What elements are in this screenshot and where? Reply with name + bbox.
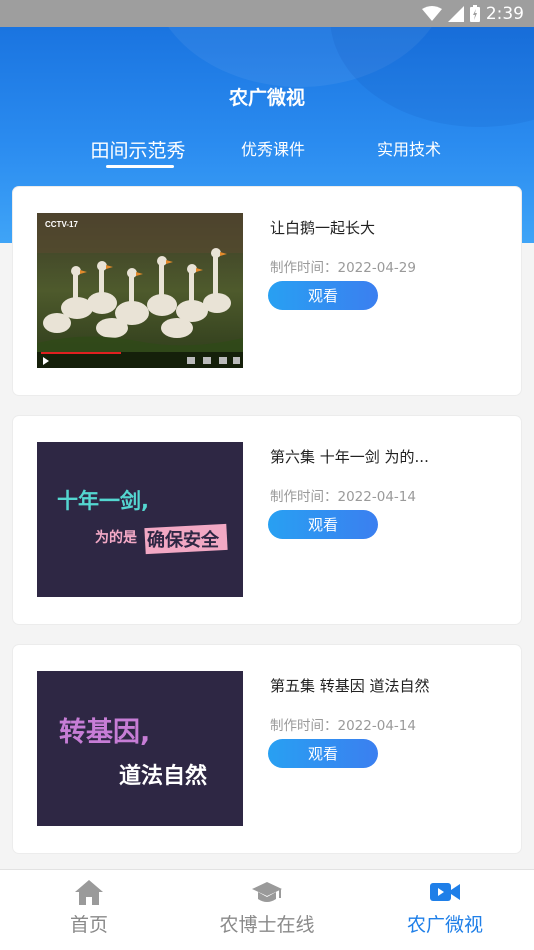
video-date: 制作时间：2022-04-14: [270, 718, 416, 734]
thumbnail-caption: 转基因,: [59, 717, 150, 748]
status-bar: 2:39: [0, 0, 534, 27]
tab-field-demo[interactable]: 田间示范秀: [86, 136, 190, 163]
video-card[interactable]: 转基因, 道法自然 第五集 转基因 道法自然 制作时间：2022-04-14 观…: [13, 645, 521, 853]
home-icon: [75, 880, 103, 905]
nav-item-home[interactable]: 首页: [0, 870, 178, 950]
page-title: 农广微视: [228, 87, 305, 109]
battery-icon: [469, 5, 480, 22]
video-title[interactable]: 第六集 十年一剑 为的...: [270, 446, 500, 467]
thumbnail-caption: 为的是: [95, 529, 138, 546]
video-camera-icon: [430, 883, 460, 901]
wifi-icon: [421, 5, 442, 21]
bottom-nav: 首页 农博士在线 农广微视: [0, 869, 534, 950]
nav-label: 农广微视: [406, 914, 483, 936]
tab-practical-tech[interactable]: 实用技术: [370, 136, 448, 160]
status-time: 2:39: [485, 3, 524, 24]
video-date: 制作时间：2022-04-14: [270, 489, 416, 505]
signal-icon: [447, 5, 464, 22]
video-date: 制作时间：2022-04-29: [270, 260, 416, 276]
video-thumbnail[interactable]: CCTV-17: [37, 213, 243, 368]
nav-item-expert-online[interactable]: 农博士在线: [178, 870, 356, 950]
active-tab-indicator: [106, 165, 174, 168]
video-thumbnail[interactable]: 转基因, 道法自然: [37, 671, 243, 826]
nav-label: 农博士在线: [219, 914, 315, 936]
watch-button[interactable]: 观看: [268, 281, 378, 310]
tab-bar: 田间示范秀 优秀课件 实用技术: [0, 127, 534, 177]
thumbnail-caption: 道法自然: [119, 763, 207, 789]
thumbnail-caption: 确保安全: [147, 529, 220, 551]
nav-item-micro-video[interactable]: 农广微视: [356, 870, 534, 950]
watch-button[interactable]: 观看: [268, 739, 378, 768]
video-title[interactable]: 第五集 转基因 道法自然: [270, 675, 500, 696]
video-card[interactable]: CCTV-17 让白鹅一起长大 制作时间：2022-04-29 观看: [13, 187, 521, 395]
video-thumbnail[interactable]: 十年一剑, 为的是 确保安全: [37, 442, 243, 597]
video-title[interactable]: 让白鹅一起长大: [270, 217, 500, 238]
video-card[interactable]: 十年一剑, 为的是 确保安全 第六集 十年一剑 为的... 制作时间：2022-…: [13, 416, 521, 624]
nav-label: 首页: [69, 914, 108, 936]
watch-button[interactable]: 观看: [268, 510, 378, 539]
channel-logo: CCTV-17: [45, 220, 78, 229]
graduation-cap-icon: [252, 882, 282, 902]
thumbnail-caption: 十年一剑,: [57, 489, 149, 513]
tab-courseware[interactable]: 优秀课件: [234, 136, 312, 160]
